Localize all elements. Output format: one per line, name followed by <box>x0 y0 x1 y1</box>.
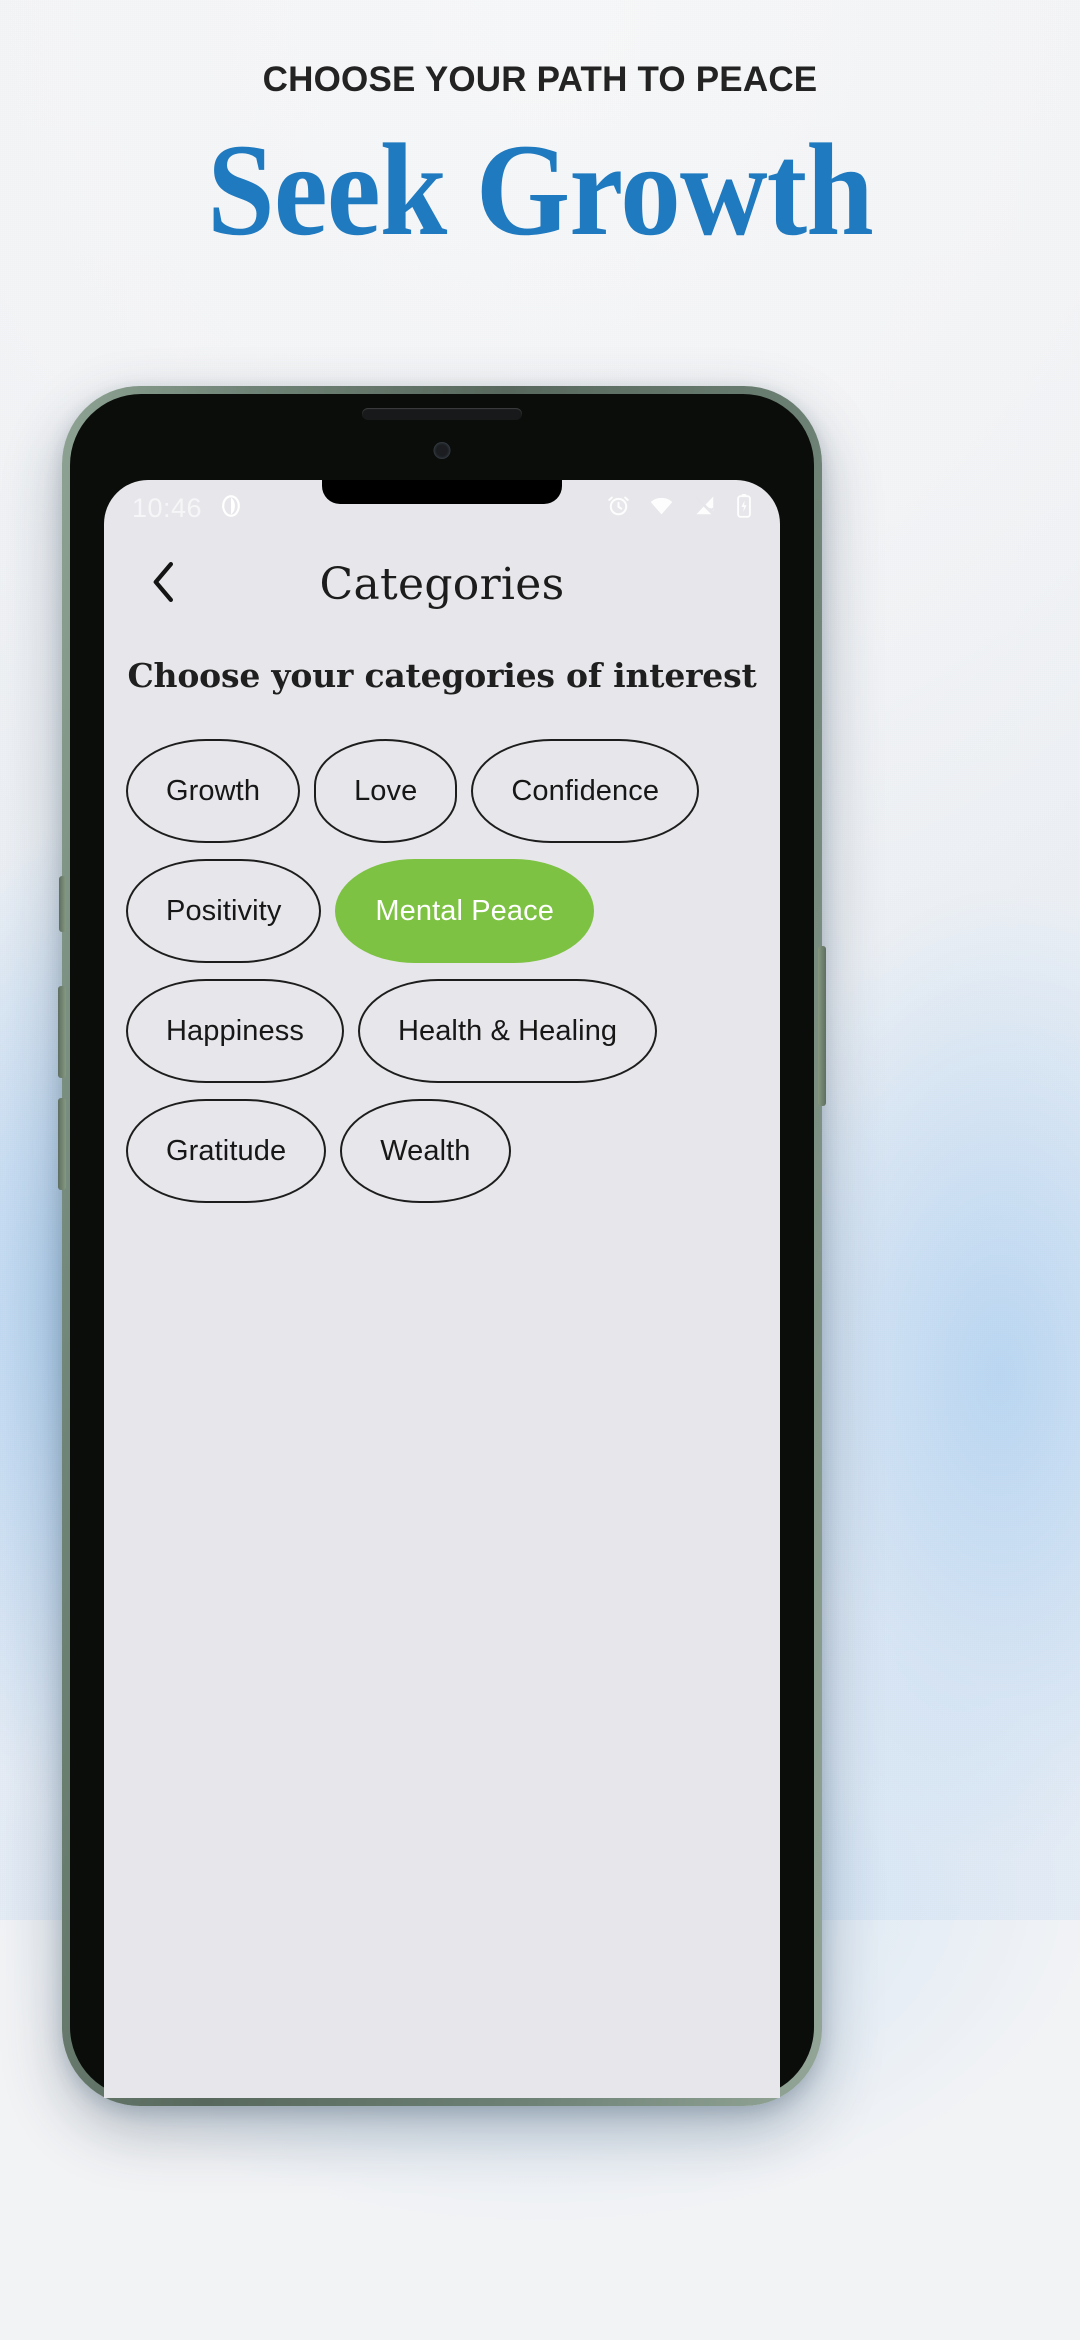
category-chip-selected[interactable]: Mental Peace <box>335 859 594 963</box>
status-time: 10:46 <box>132 492 203 523</box>
front-camera-icon <box>433 442 451 459</box>
app-content: Categories Choose your categories of int… <box>104 536 780 1203</box>
promo-header: Choose your path to peace Seek Growth <box>0 0 1080 256</box>
camera-icon <box>218 493 244 524</box>
cellular-signal-off-icon <box>692 493 717 523</box>
promo-eyebrow: Choose your path to peace <box>262 60 818 99</box>
category-chip[interactable]: Health & Healing <box>357 979 658 1083</box>
category-chip[interactable]: Positivity <box>126 859 322 963</box>
category-chip[interactable]: Growth <box>126 739 301 843</box>
promo-headline: Seek Growth <box>207 115 874 263</box>
status-bar: 10:46 <box>104 480 780 536</box>
status-bar-right <box>606 493 754 524</box>
display-notch <box>322 480 562 504</box>
mute-switch[interactable] <box>59 876 66 932</box>
battery-charging-icon <box>734 493 754 524</box>
category-chip[interactable]: Gratitude <box>126 1099 327 1203</box>
section-subtitle: Choose your categories of interest <box>127 656 757 695</box>
volume-down-button[interactable] <box>58 986 66 1078</box>
category-chip[interactable]: Confidence <box>471 739 700 843</box>
phone-screen: 10:46 Categories Choose your categories … <box>104 480 780 2098</box>
category-chip[interactable]: Happiness <box>126 979 344 1083</box>
earpiece-speaker-icon <box>362 408 522 420</box>
category-chip[interactable]: Love <box>314 739 458 843</box>
category-chip[interactable]: Wealth <box>340 1099 511 1203</box>
app-bar: Categories <box>104 536 780 632</box>
back-button[interactable] <box>138 558 190 610</box>
power-button[interactable] <box>818 946 826 1106</box>
volume-up-button[interactable] <box>58 1098 66 1190</box>
alarm-icon <box>606 493 631 523</box>
chevron-left-icon <box>147 560 181 609</box>
page-title: Categories <box>319 558 565 610</box>
phone-bezel: 10:46 Categories Choose your categories … <box>70 394 814 2098</box>
wifi-icon <box>648 493 675 523</box>
phone-mockup: 10:46 Categories Choose your categories … <box>58 386 826 2106</box>
status-bar-left: 10:46 <box>132 493 244 524</box>
category-chip-list: Growth Love Confidence Positivity Mental… <box>104 739 780 1203</box>
